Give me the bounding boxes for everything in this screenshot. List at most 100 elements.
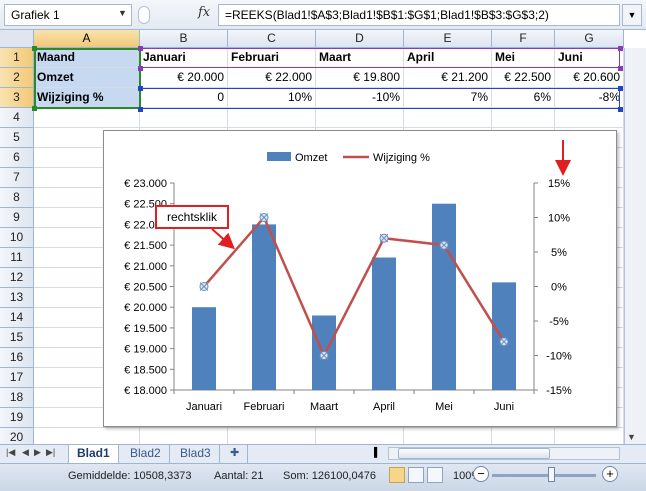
- row-header-5[interactable]: 5: [0, 128, 34, 148]
- legend-swatch-omzet[interactable]: [267, 152, 291, 161]
- column-header-a[interactable]: A: [34, 30, 140, 48]
- row-header-18[interactable]: 18: [0, 388, 34, 408]
- insert-sheet-icon[interactable]: ✚: [222, 445, 249, 463]
- bar-omzet-januari[interactable]: [192, 307, 216, 390]
- y-tick-label[interactable]: € 20.500: [124, 282, 167, 294]
- insert-function-icon[interactable]: fx: [198, 5, 210, 20]
- bar-omzet-februari[interactable]: [252, 224, 276, 390]
- formula-bar-splitter[interactable]: [138, 6, 150, 24]
- row-header-19[interactable]: 19: [0, 408, 34, 428]
- cell-empty[interactable]: [555, 108, 624, 128]
- cell-b2[interactable]: € 20.000: [140, 68, 228, 88]
- y-tick-label[interactable]: € 19.000: [124, 344, 167, 356]
- x-tick-label[interactable]: Februari: [244, 401, 285, 413]
- y2-tick-label[interactable]: 0%: [551, 282, 567, 294]
- range-resize-handle[interactable]: [618, 66, 623, 71]
- range-resize-handle[interactable]: [138, 46, 143, 51]
- bar-omzet-juni[interactable]: [492, 282, 516, 390]
- zoom-out-button[interactable]: −: [473, 466, 489, 482]
- cell-empty[interactable]: [492, 108, 555, 128]
- sheet-tab-blad1[interactable]: Blad1: [68, 445, 119, 463]
- row-header-12[interactable]: 12: [0, 268, 34, 288]
- normal-view-button[interactable]: [389, 467, 405, 483]
- range-resize-handle[interactable]: [138, 86, 143, 91]
- row-header-11[interactable]: 11: [0, 248, 34, 268]
- y-tick-label[interactable]: € 21.500: [124, 240, 167, 252]
- row-header-4[interactable]: 4: [0, 108, 34, 128]
- column-header-g[interactable]: G: [555, 30, 624, 48]
- page-layout-view-button[interactable]: [408, 467, 424, 483]
- page-break-view-button[interactable]: [427, 467, 443, 483]
- x-tick-label[interactable]: Mei: [435, 401, 453, 413]
- row-header-13[interactable]: 13: [0, 288, 34, 308]
- cell-empty[interactable]: [228, 108, 316, 128]
- row-header-6[interactable]: 6: [0, 148, 34, 168]
- cell-empty[interactable]: [34, 108, 140, 128]
- cell-empty[interactable]: [140, 108, 228, 128]
- row-header-2[interactable]: 2: [0, 68, 34, 88]
- name-box[interactable]: Grafiek 1: [4, 4, 132, 26]
- y2-tick-label[interactable]: -15%: [546, 385, 572, 397]
- scroll-down-icon[interactable]: ▼: [627, 432, 636, 442]
- y-tick-label[interactable]: € 18.000: [124, 385, 167, 397]
- y2-tick-label[interactable]: -5%: [549, 316, 569, 328]
- y2-tick-label[interactable]: 10%: [548, 213, 570, 225]
- legend-label-omzet[interactable]: Omzet: [295, 152, 327, 164]
- y-tick-label[interactable]: € 21.000: [124, 261, 167, 273]
- cell-g2[interactable]: € 20.600: [555, 68, 624, 88]
- chevron-down-icon[interactable]: ▼: [118, 8, 127, 18]
- expand-formula-bar-button[interactable]: ▼: [622, 4, 642, 26]
- row-header-1[interactable]: 1: [0, 48, 34, 68]
- row-header-16[interactable]: 16: [0, 348, 34, 368]
- prev-sheet-icon[interactable]: ◀: [22, 447, 29, 458]
- row-header-10[interactable]: 10: [0, 228, 34, 248]
- cell-empty[interactable]: [316, 108, 404, 128]
- zoom-in-button[interactable]: +: [602, 466, 618, 482]
- row-header-15[interactable]: 15: [0, 328, 34, 348]
- column-header-f[interactable]: F: [492, 30, 555, 48]
- y-tick-label[interactable]: € 23.000: [124, 178, 167, 190]
- cell-f2[interactable]: € 22.500: [492, 68, 555, 88]
- range-resize-handle[interactable]: [618, 86, 623, 91]
- horizontal-scroll-thumb[interactable]: [398, 448, 550, 459]
- row-header-17[interactable]: 17: [0, 368, 34, 388]
- sheet-tab-blad3[interactable]: Blad3: [172, 445, 220, 463]
- x-tick-label[interactable]: Januari: [186, 401, 222, 413]
- bar-omzet-april[interactable]: [372, 257, 396, 390]
- cell-empty[interactable]: [404, 108, 492, 128]
- cell-d2[interactable]: € 19.800: [316, 68, 404, 88]
- formula-input[interactable]: =REEKS(Blad1!$A$3;Blad1!$B$1:$G$1;Blad1!…: [218, 4, 620, 26]
- y-tick-label[interactable]: € 19.500: [124, 323, 167, 335]
- sheet-tab-blad2[interactable]: Blad2: [122, 445, 170, 463]
- column-header-d[interactable]: D: [316, 30, 404, 48]
- y2-tick-label[interactable]: 5%: [551, 247, 567, 259]
- row-header-8[interactable]: 8: [0, 188, 34, 208]
- x-tick-label[interactable]: Maart: [310, 401, 338, 413]
- range-resize-handle[interactable]: [138, 107, 143, 112]
- range-resize-handle[interactable]: [138, 66, 143, 71]
- legend-label-wijziging[interactable]: Wijziging %: [373, 152, 430, 164]
- line-wijziging[interactable]: [203, 215, 506, 359]
- column-header-c[interactable]: C: [228, 30, 316, 48]
- last-sheet-icon[interactable]: ▶|: [46, 447, 55, 458]
- range-resize-handle[interactable]: [32, 46, 37, 51]
- zoom-slider[interactable]: [492, 474, 596, 477]
- x-tick-label[interactable]: April: [373, 401, 395, 413]
- chart[interactable]: € 18.000 € 18.500 € 19.000 € 19.500 € 20.000…: [103, 130, 617, 427]
- row-header-7[interactable]: 7: [0, 168, 34, 188]
- row-header-3[interactable]: 3: [0, 88, 34, 108]
- column-header-b[interactable]: B: [140, 30, 228, 48]
- first-sheet-icon[interactable]: |◀: [6, 447, 15, 458]
- zoom-slider-thumb[interactable]: [548, 467, 555, 482]
- range-resize-handle[interactable]: [618, 46, 623, 51]
- range-resize-handle[interactable]: [618, 107, 623, 112]
- vertical-scrollbar[interactable]: [624, 48, 646, 444]
- row-header-9[interactable]: 9: [0, 208, 34, 228]
- cell-c2[interactable]: € 22.000: [228, 68, 316, 88]
- cell-e2[interactable]: € 21.200: [404, 68, 492, 88]
- column-header-e[interactable]: E: [404, 30, 492, 48]
- y-tick-label[interactable]: € 18.500: [124, 364, 167, 376]
- x-tick-label[interactable]: Juni: [494, 401, 514, 413]
- next-sheet-icon[interactable]: ▶: [34, 447, 41, 458]
- y2-tick-label[interactable]: 15%: [548, 178, 570, 190]
